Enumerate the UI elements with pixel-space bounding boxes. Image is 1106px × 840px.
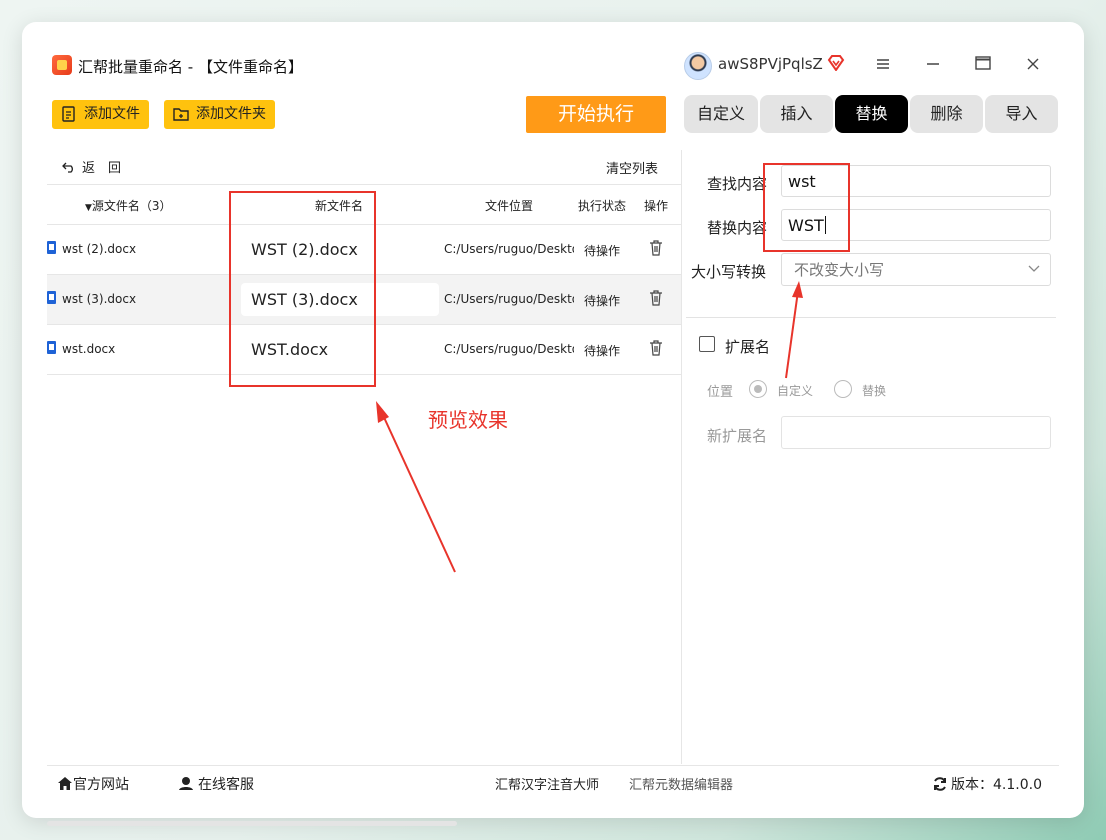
add-file-button[interactable]: 添加文件 bbox=[52, 100, 149, 129]
headset-icon bbox=[179, 777, 193, 790]
tab-replace[interactable]: 替换 bbox=[835, 95, 908, 133]
product-link-pinyin[interactable]: 汇帮汉字注音大师 bbox=[495, 774, 599, 793]
trash-icon[interactable] bbox=[649, 290, 663, 306]
extension-label: 扩展名 bbox=[725, 338, 771, 356]
status-text: 待操作 bbox=[584, 344, 621, 358]
position-option-replace: 替换 bbox=[862, 384, 887, 398]
back-label: 返 回 bbox=[82, 161, 122, 176]
support-link[interactable]: 在线客服 bbox=[178, 774, 254, 794]
case-label: 大小写转换 bbox=[691, 263, 767, 281]
add-folder-label: 添加文件夹 bbox=[196, 106, 266, 122]
vip-diamond-icon[interactable] bbox=[827, 55, 845, 71]
add-file-label: 添加文件 bbox=[84, 106, 140, 122]
status-text: 待操作 bbox=[584, 294, 621, 308]
website-link[interactable]: 官方网站 bbox=[57, 774, 129, 794]
docx-file-icon bbox=[47, 341, 56, 354]
position-option-custom: 自定义 bbox=[777, 384, 814, 398]
clear-list-button[interactable]: 清空列表 bbox=[606, 158, 658, 177]
minimize-icon[interactable] bbox=[920, 52, 946, 78]
undo-icon bbox=[62, 162, 73, 173]
source-filename: wst.docx bbox=[62, 342, 116, 356]
user-avatar[interactable] bbox=[684, 52, 712, 80]
file-location: C:/Users/ruguo/Deskto bbox=[444, 242, 574, 256]
annotation-preview-label: 预览效果 bbox=[428, 408, 508, 432]
window-title: 汇帮批量重命名 - 【文件重命名】 bbox=[78, 58, 303, 76]
extension-checkbox[interactable] bbox=[699, 336, 715, 352]
version-info: 版本：4.1.0.0 bbox=[932, 774, 1042, 794]
add-folder-icon bbox=[173, 108, 189, 121]
source-filename: wst (2).docx bbox=[62, 242, 137, 256]
add-folder-button[interactable]: 添加文件夹 bbox=[164, 100, 275, 129]
header-action: 操作 bbox=[644, 199, 669, 213]
section-divider bbox=[686, 317, 1056, 318]
statusbar-divider bbox=[47, 765, 1059, 766]
app-logo-icon bbox=[52, 55, 72, 75]
position-radio-replace[interactable] bbox=[834, 380, 852, 398]
panel-divider bbox=[681, 150, 682, 764]
docx-file-icon bbox=[47, 241, 56, 254]
find-label: 查找内容 bbox=[707, 175, 768, 193]
new-extension-label: 新扩展名 bbox=[707, 427, 768, 445]
annotation-box-inputs bbox=[763, 163, 850, 252]
close-icon[interactable] bbox=[1020, 52, 1046, 78]
case-select[interactable]: 不改变大小写 bbox=[781, 253, 1051, 286]
trash-icon[interactable] bbox=[649, 240, 663, 256]
file-location: C:/Users/ruguo/Deskto bbox=[444, 342, 574, 356]
position-label: 位置 bbox=[707, 385, 734, 400]
header-source[interactable]: ▼源文件名（3） bbox=[85, 197, 172, 214]
tab-delete[interactable]: 删除 bbox=[910, 95, 983, 133]
status-text: 待操作 bbox=[584, 244, 621, 258]
refresh-icon bbox=[934, 777, 946, 791]
back-button[interactable]: 返 回 bbox=[62, 157, 121, 176]
trash-icon[interactable] bbox=[649, 340, 663, 356]
add-file-icon bbox=[62, 106, 75, 122]
source-filename: wst (3).docx bbox=[62, 292, 137, 306]
header-location: 文件位置 bbox=[485, 199, 534, 213]
product-link-metadata[interactable]: 汇帮元数据编辑器 bbox=[629, 774, 733, 793]
file-location: C:/Users/ruguo/Deskto bbox=[444, 292, 574, 306]
tab-custom[interactable]: 自定义 bbox=[684, 95, 758, 133]
menu-icon[interactable] bbox=[870, 52, 896, 78]
header-status: 执行状态 bbox=[578, 199, 627, 213]
tab-insert[interactable]: 插入 bbox=[760, 95, 833, 133]
annotation-box-new-names bbox=[229, 191, 376, 387]
username[interactable]: awS8PVjPqlsZ bbox=[718, 55, 823, 73]
docx-file-icon bbox=[47, 291, 56, 304]
replace-label: 替换内容 bbox=[707, 219, 768, 237]
position-radio-custom[interactable] bbox=[749, 380, 767, 398]
start-button[interactable]: 开始执行 bbox=[526, 96, 666, 133]
home-icon bbox=[58, 777, 72, 790]
bottom-scrollbar[interactable] bbox=[47, 821, 457, 826]
chevron-down-icon bbox=[1028, 265, 1040, 272]
new-extension-input[interactable] bbox=[781, 416, 1051, 449]
maximize-icon[interactable] bbox=[970, 52, 996, 78]
tab-import[interactable]: 导入 bbox=[985, 95, 1058, 133]
